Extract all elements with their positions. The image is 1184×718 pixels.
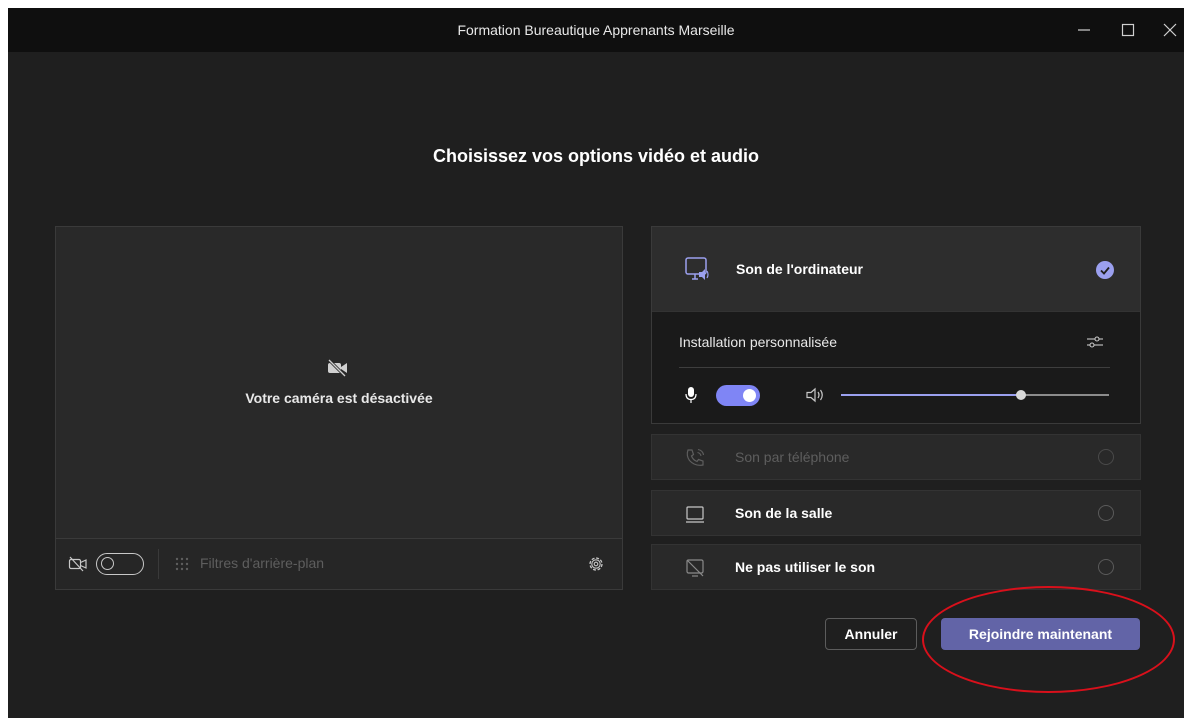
camera-toggle-knob [101, 557, 114, 570]
room-audio-radio[interactable] [1098, 505, 1114, 521]
no-audio-radio[interactable] [1098, 559, 1114, 575]
phone-icon [686, 448, 705, 466]
volume-slider[interactable] [841, 390, 1109, 400]
maximize-icon[interactable] [1118, 20, 1138, 40]
no-audio-label: Ne pas utiliser le son [735, 559, 876, 575]
microphone-icon [685, 387, 697, 403]
computer-audio-label: Son de l'ordinateur [736, 261, 864, 277]
room-audio-option[interactable]: Son de la salle [651, 490, 1141, 536]
phone-audio-label: Son par téléphone [735, 449, 850, 465]
video-preview-panel: Votre caméra est désactivée Filtres d'ar… [55, 226, 623, 590]
video-controls-bar: Filtres d'arrière-plan [56, 538, 622, 589]
computer-audio-card: Son de l'ordinateur Installation personn… [651, 226, 1141, 424]
audio-settings-sliders-icon[interactable] [1086, 333, 1104, 351]
room-device-icon [686, 506, 704, 523]
no-audio-option[interactable]: Ne pas utiliser le son [651, 544, 1141, 590]
background-filters-icon [175, 557, 189, 571]
custom-setup-label: Installation personnalisée [679, 334, 837, 350]
camera-off-message: Votre caméra est désactivée [245, 390, 433, 406]
title-bar: Formation Bureautique Apprenants Marseil… [8, 8, 1184, 52]
computer-audio-icon [685, 257, 709, 280]
volume-slider-thumb[interactable] [1015, 390, 1026, 400]
window-title: Formation Bureautique Apprenants Marseil… [457, 22, 735, 38]
speaker-icon [806, 387, 823, 403]
camera-off-icon [327, 359, 347, 377]
audio-card-divider [679, 367, 1110, 368]
cancel-button[interactable]: Annuler [825, 618, 917, 650]
minimize-icon[interactable] [1074, 20, 1094, 40]
computer-audio-option[interactable]: Son de l'ordinateur [652, 227, 1140, 312]
camera-off-small-icon [68, 556, 87, 572]
meeting-prejoin-window: Formation Bureautique Apprenants Marseil… [8, 8, 1184, 718]
background-filters-button[interactable]: Filtres d'arrière-plan [200, 555, 324, 571]
phone-audio-radio[interactable] [1098, 449, 1114, 465]
microphone-toggle[interactable] [716, 385, 760, 406]
room-audio-label: Son de la salle [735, 505, 833, 521]
volume-slider-fill [841, 394, 1021, 396]
page-heading: Choisissez vos options vidéo et audio [432, 146, 760, 166]
footer-divider [158, 549, 159, 579]
selected-check-icon [1096, 261, 1114, 279]
camera-toggle[interactable] [96, 553, 144, 575]
microphone-toggle-knob [743, 389, 756, 402]
join-now-button[interactable]: Rejoindre maintenant [941, 618, 1140, 650]
close-icon[interactable] [1160, 20, 1180, 40]
phone-audio-option[interactable]: Son par téléphone [651, 434, 1141, 480]
device-settings-icon[interactable] [586, 554, 606, 574]
no-audio-icon [686, 559, 704, 577]
